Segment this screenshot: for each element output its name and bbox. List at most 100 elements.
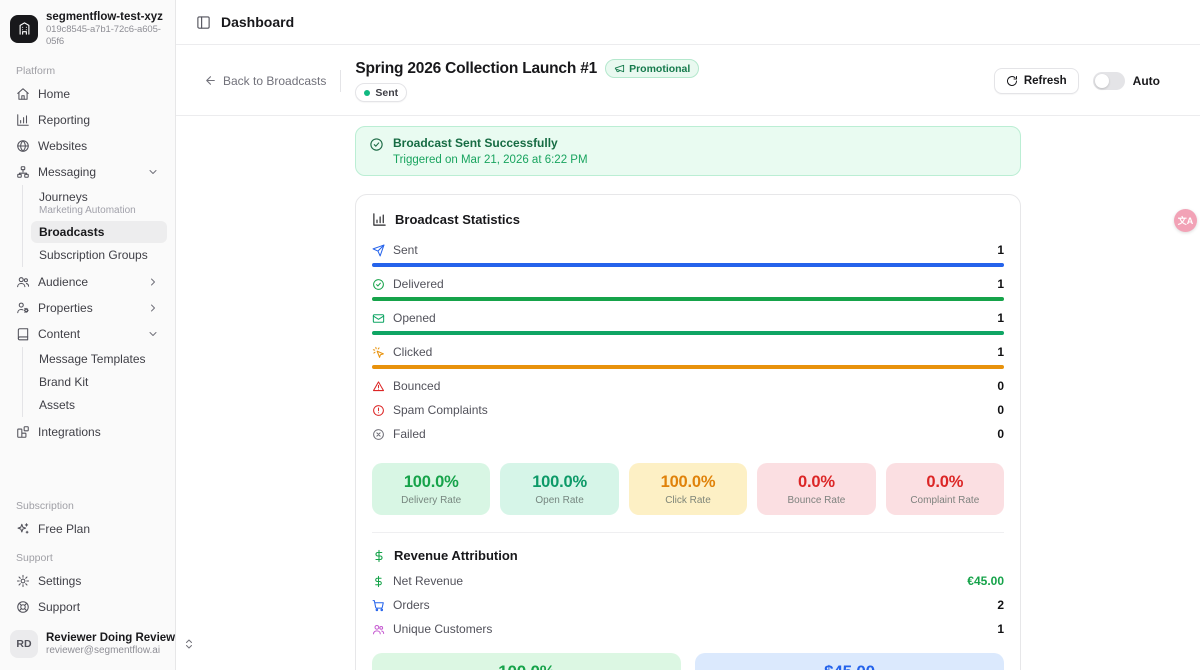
sidebar: segmentflow-test-xyz 019c8545-a7b1-72c6-… [0,0,176,670]
sidebar-item-broadcasts[interactable]: Broadcasts [31,221,167,243]
sidebar-item-assets[interactable]: Assets [31,394,167,416]
user-email: reviewer@segmentflow.ai [46,645,175,657]
delivery-rate-card: 100.0% Delivery Rate [372,463,490,515]
sidebar-item-reporting[interactable]: Reporting [8,108,167,132]
sidebar-item-message-templates[interactable]: Message Templates [31,348,167,370]
dollar-icon [372,549,386,563]
gear-icon [16,574,30,588]
book-icon [16,327,30,341]
stat-row-sent: Sent 1 [372,237,1004,261]
page-title: Dashboard [221,14,294,30]
status-dot-icon [364,90,370,96]
chevron-right-icon [147,276,159,288]
workspace-switcher[interactable]: segmentflow-test-xyz 019c8545-a7b1-72c6-… [0,0,175,55]
journeys-sublabel: Marketing Automation [39,205,159,216]
progress-bar-clicked [372,365,1004,369]
sidebar-item-messaging[interactable]: Messaging [8,160,167,184]
revenue-per-recipient-card: $45.00 Revenue / Recipient [695,653,1004,670]
revenue-row-unique-customers: Unique Customers 1 [372,617,1004,641]
banner-title: Broadcast Sent Successfully [393,136,588,150]
megaphone-icon [614,63,625,74]
workspace-logo-icon [10,15,38,43]
progress-bar-opened [372,331,1004,335]
circle-alert-icon [372,404,385,417]
toggle-knob [1095,74,1109,88]
send-icon [372,244,385,257]
sidebar-item-content[interactable]: Content [8,322,167,346]
check-circle-icon [369,137,384,166]
translate-float-button[interactable]: 文A [1174,209,1197,232]
sidebar-item-settings[interactable]: Settings [8,569,167,593]
section-label-platform: Platform [0,55,175,81]
translate-icon: 文A [1178,214,1194,227]
content-subtree: Message Templates Brand Kit Assets [22,347,167,417]
auto-toggle[interactable] [1093,72,1125,90]
arrow-left-icon [204,74,217,87]
conversion-rate-card: 100.0% Conversion Rate [372,653,681,670]
sidebar-item-free-plan[interactable]: Free Plan [8,517,167,541]
chevron-right-icon [147,302,159,314]
user-cog-icon [16,301,30,315]
chevron-down-icon [147,166,159,178]
main-area: Dashboard Back to Broadcasts Spring 2026… [176,0,1200,670]
rate-cards: 100.0% Delivery Rate 100.0% Open Rate 10… [372,463,1004,515]
check-circle-icon [372,278,385,291]
sidebar-spacer [0,445,175,490]
triangle-alert-icon [372,380,385,393]
revenue-row-net-revenue: Net Revenue €45.00 [372,569,1004,593]
mail-open-icon [372,312,385,325]
stat-row-spam-complaints: Spam Complaints 0 [372,397,1004,421]
chevron-down-icon [147,328,159,340]
revenue-row-orders: Orders 2 [372,593,1004,617]
revenue-title: Revenue Attribution [394,548,518,563]
circle-x-icon [372,428,385,441]
sidebar-item-home[interactable]: Home [8,82,167,106]
shopping-cart-icon [372,599,385,612]
blocks-icon [16,425,30,439]
topbar: Dashboard [176,0,1200,45]
sidebar-item-brand-kit[interactable]: Brand Kit [31,371,167,393]
user-name: Reviewer Doing Review [46,631,175,645]
content-scroll[interactable]: Broadcast Sent Successfully Triggered on… [176,116,1200,670]
life-buoy-icon [16,600,30,614]
network-icon [16,165,30,179]
progress-bar-sent [372,263,1004,267]
panel-left-icon[interactable] [196,15,211,30]
revenue-attribution-header: Revenue Attribution [372,548,1004,563]
sidebar-item-support[interactable]: Support [8,595,167,619]
sidebar-item-subscription-groups[interactable]: Subscription Groups [31,244,167,266]
users-icon [16,275,30,289]
workspace-name: segmentflow-test-xyz [46,10,165,24]
stat-row-failed: Failed 0 [372,421,1004,445]
success-banner: Broadcast Sent Successfully Triggered on… [355,126,1021,176]
refresh-icon [1006,75,1018,87]
user-menu[interactable]: RD Reviewer Doing Review reviewer@segmen… [0,620,175,670]
stat-row-opened: Opened 1 [372,305,1004,329]
statistics-title: Broadcast Statistics [395,212,520,227]
revenue-cards: 100.0% Conversion Rate $45.00 Revenue / … [372,653,1004,670]
pointer-click-icon [372,346,385,359]
stat-row-clicked: Clicked 1 [372,339,1004,363]
auto-label: Auto [1133,74,1160,88]
users-icon [372,623,385,636]
app-root: segmentflow-test-xyz 019c8545-a7b1-72c6-… [0,0,1200,670]
broadcast-title: Spring 2026 Collection Launch #1 [355,60,597,78]
sidebar-item-audience[interactable]: Audience [8,270,167,294]
section-label-subscription: Subscription [0,490,175,516]
refresh-button[interactable]: Refresh [994,68,1079,94]
click-rate-card: 100.0% Click Rate [629,463,747,515]
divider [372,532,1004,533]
complaint-rate-card: 0.0% Complaint Rate [886,463,1004,515]
sidebar-item-integrations[interactable]: Integrations [8,420,167,444]
stat-row-delivered: Delivered 1 [372,271,1004,295]
back-to-broadcasts-link[interactable]: Back to Broadcasts [204,74,326,88]
section-label-support: Support [0,542,175,568]
globe-icon [16,139,30,153]
sidebar-item-journeys[interactable]: Journeys Marketing Automation [31,186,167,220]
progress-bar-delivered [372,297,1004,301]
sidebar-item-websites[interactable]: Websites [8,134,167,158]
broadcast-title-block: Spring 2026 Collection Launch #1 Promoti… [355,59,699,102]
sidebar-item-properties[interactable]: Properties [8,296,167,320]
messaging-subtree: Journeys Marketing Automation Broadcasts… [22,185,167,267]
bar-chart-icon [372,212,387,227]
